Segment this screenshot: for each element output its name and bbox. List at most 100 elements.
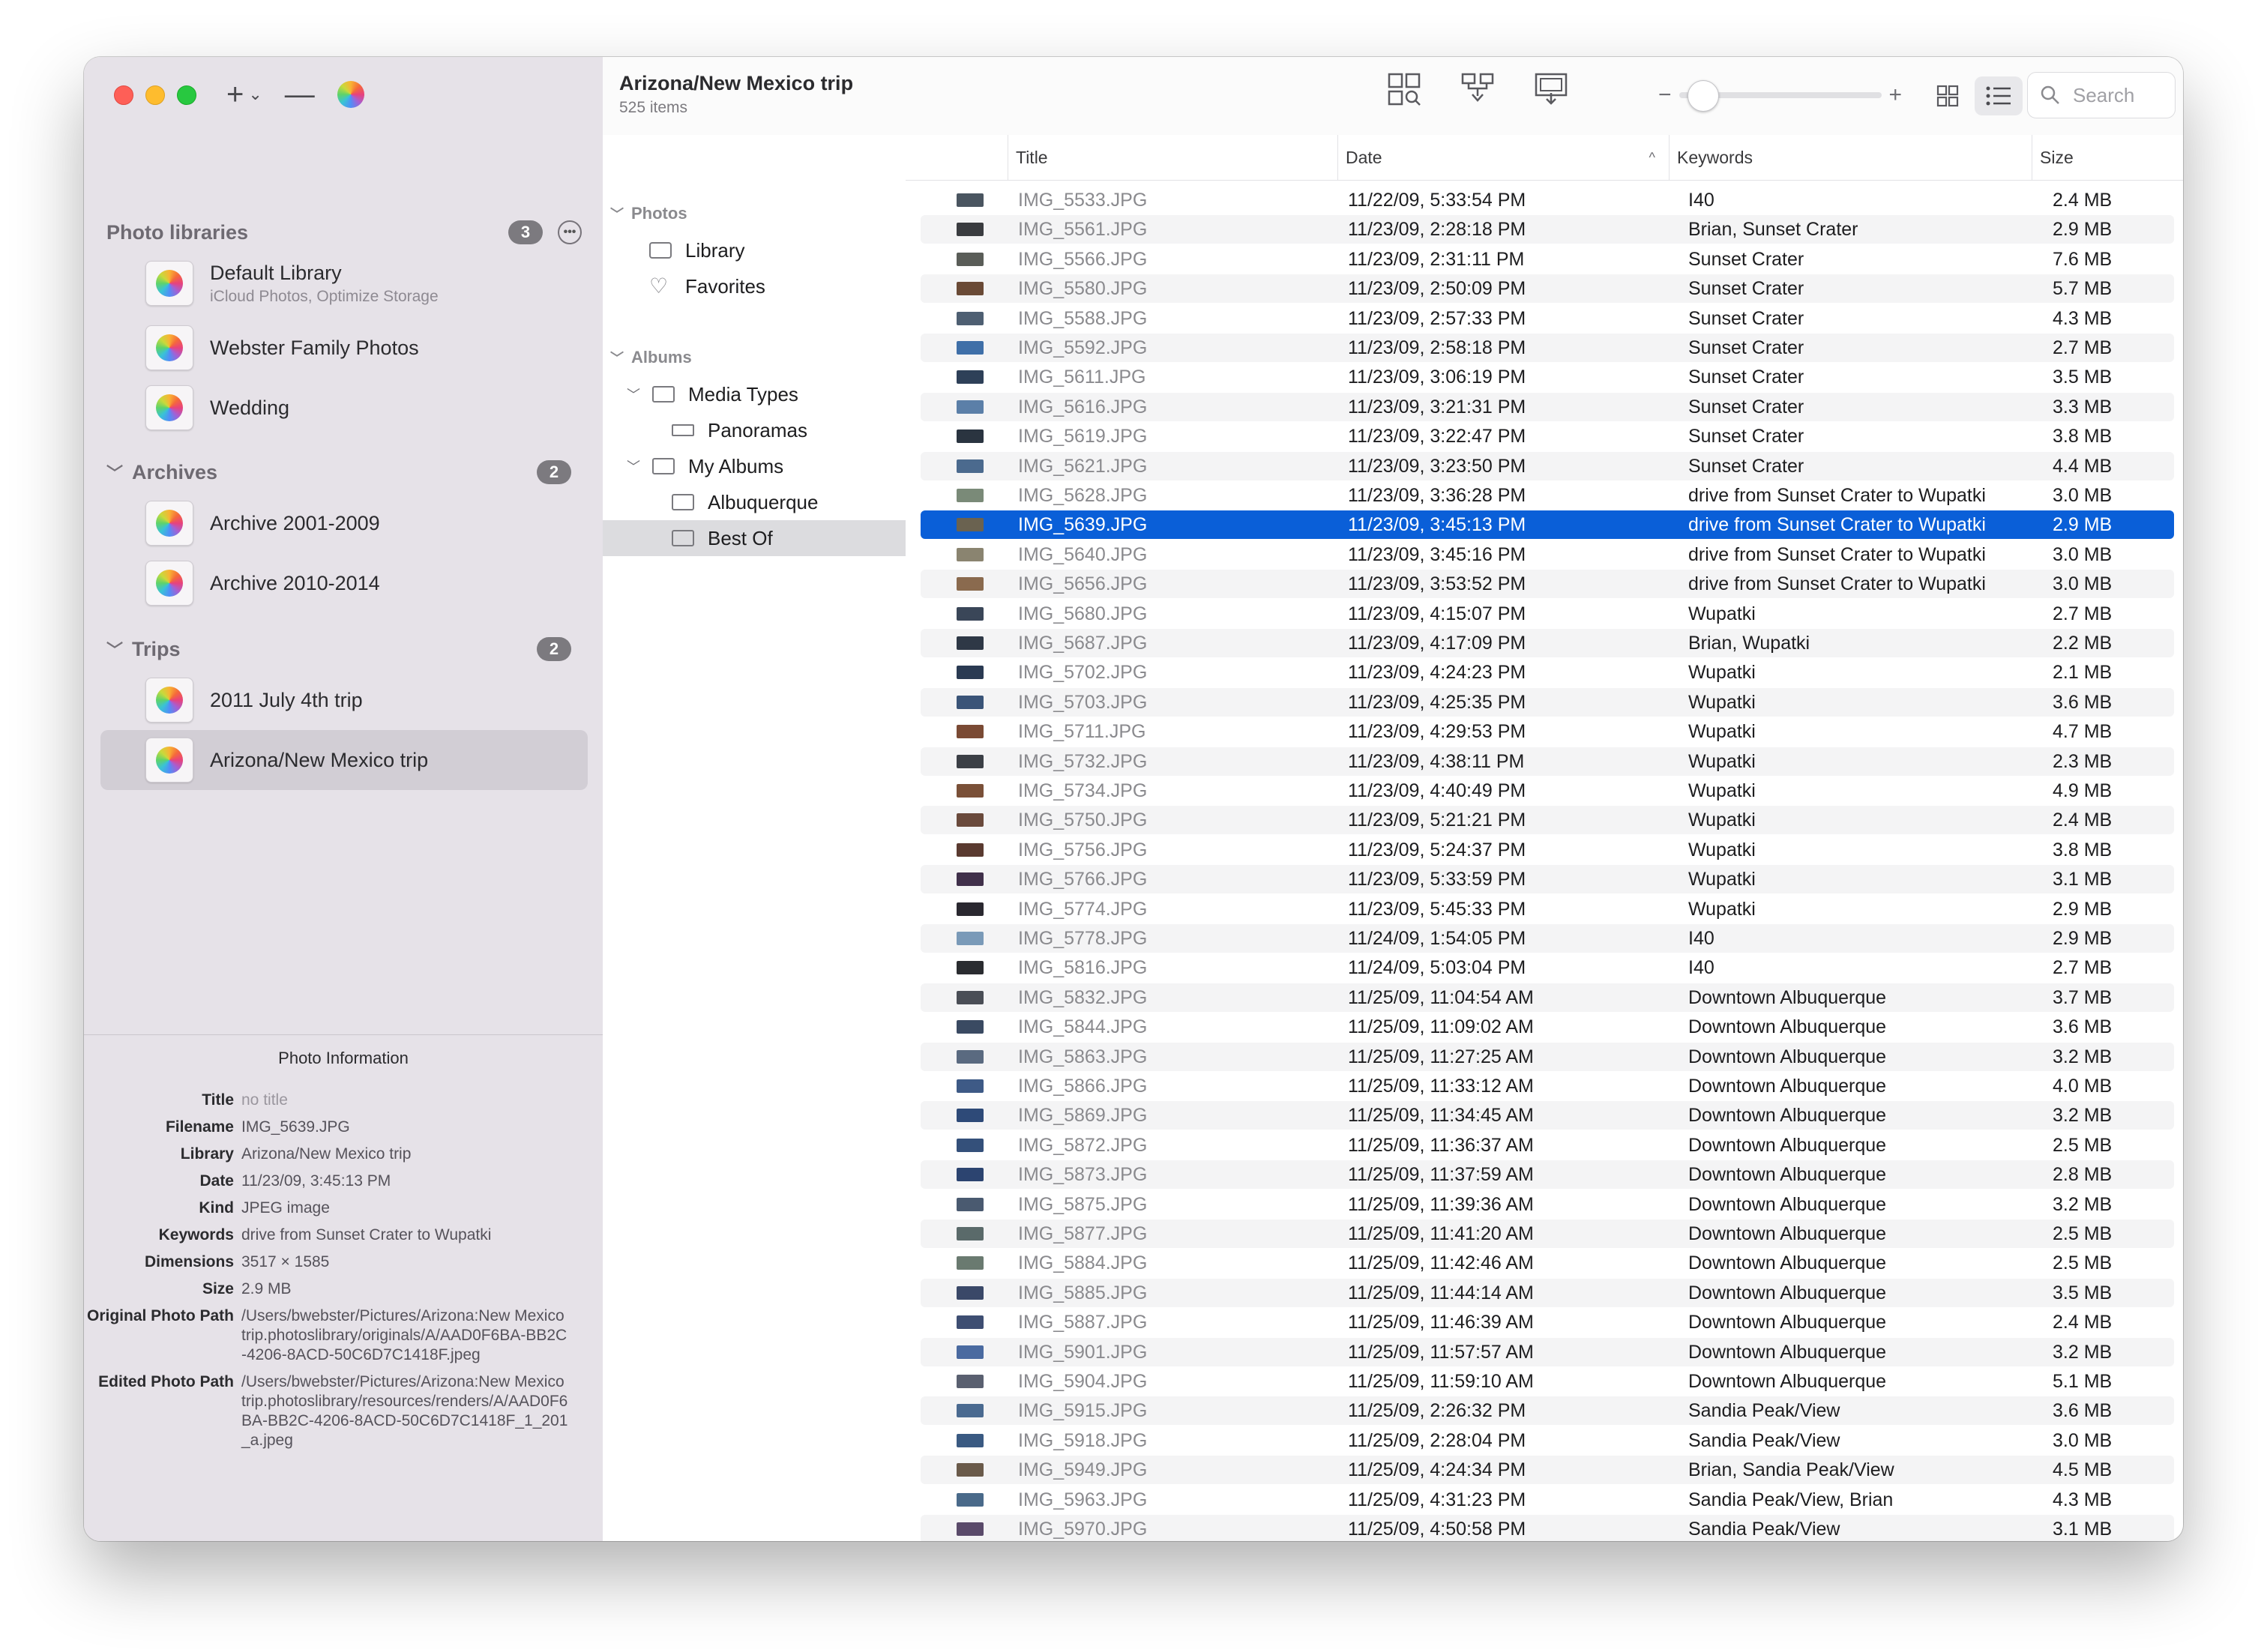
table-row[interactable]: IMG_5970.JPG 11/25/09, 4:50:58 PM Sandia P… bbox=[921, 1515, 2174, 1541]
column-header-size[interactable]: Size bbox=[2032, 135, 2183, 180]
disclosure-chevron-icon[interactable]: ﹀ bbox=[627, 456, 640, 476]
photos-app-icon[interactable] bbox=[337, 81, 364, 108]
albums-group-header[interactable]: ﹀ Albums bbox=[610, 348, 692, 367]
section-archives[interactable]: ﹀ Archives 2 bbox=[106, 456, 586, 489]
table-row[interactable]: IMG_5734.JPG 11/23/09, 4:40:49 PM Wupatki 4… bbox=[921, 777, 2174, 805]
table-row[interactable]: IMG_5588.JPG 11/23/09, 2:57:33 PM Sunset C… bbox=[921, 304, 2174, 333]
album-favorites[interactable]: ♡ Favorites bbox=[603, 268, 906, 304]
table-row[interactable]: IMG_5639.JPG 11/23/09, 3:45:13 PM drive fr… bbox=[921, 510, 2174, 539]
find-duplicates-icon[interactable] bbox=[1387, 72, 1421, 106]
section-photo-libraries[interactable]: Photo libraries 3 ••• bbox=[106, 216, 586, 249]
table-row[interactable]: IMG_5592.JPG 11/23/09, 2:58:18 PM Sunset C… bbox=[921, 334, 2174, 362]
table-row[interactable]: IMG_5656.JPG 11/23/09, 3:53:52 PM drive fr… bbox=[921, 570, 2174, 598]
slider-knob[interactable] bbox=[1688, 80, 1720, 112]
album-panoramas[interactable]: Panoramas bbox=[603, 412, 906, 448]
table-row[interactable]: IMG_5616.JPG 11/23/09, 3:21:31 PM Sunset C… bbox=[921, 393, 2174, 421]
disclosure-chevron-icon[interactable]: ﹀ bbox=[106, 637, 132, 661]
table-row[interactable]: IMG_5885.JPG 11/25/09, 11:44:14 AM Downtow… bbox=[921, 1279, 2174, 1307]
table-row[interactable]: IMG_5533.JPG 11/22/09, 5:33:54 PM I40 2.4 M… bbox=[921, 186, 2174, 214]
photo-thumbnail bbox=[957, 489, 984, 502]
library-item-webster-family-photos[interactable]: Webster Family Photos bbox=[100, 318, 588, 378]
table-row[interactable]: IMG_5863.JPG 11/25/09, 11:27:25 AM Downtow… bbox=[921, 1043, 2174, 1071]
table-row[interactable]: IMG_5711.JPG 11/23/09, 4:29:53 PM Wupatki 4… bbox=[921, 717, 2174, 746]
column-header-date[interactable]: Date ^ bbox=[1337, 135, 1669, 180]
table-row[interactable]: IMG_5561.JPG 11/23/09, 2:28:18 PM Brian, S… bbox=[921, 215, 2174, 244]
table-row[interactable]: IMG_5872.JPG 11/25/09, 11:36:37 AM Downtow… bbox=[921, 1131, 2174, 1160]
album-best-of[interactable]: Best Of bbox=[603, 520, 906, 556]
column-header-title[interactable]: Title bbox=[1008, 135, 1337, 180]
search-field[interactable] bbox=[2027, 72, 2176, 118]
library-item-arizona-new-mexico-trip[interactable]: Arizona/New Mexico trip bbox=[100, 730, 588, 790]
disclosure-chevron-icon[interactable]: ﹀ bbox=[610, 348, 631, 367]
table-row[interactable]: IMG_5844.JPG 11/25/09, 11:09:02 AM Downtow… bbox=[921, 1013, 2174, 1041]
close-window-button[interactable] bbox=[114, 85, 133, 105]
folder-my-albums[interactable]: ﹀ My Albums bbox=[603, 448, 906, 484]
remove-library-button[interactable]: — bbox=[285, 78, 315, 111]
table-row[interactable]: IMG_5687.JPG 11/23/09, 4:17:09 PM Brian, W… bbox=[921, 629, 2174, 657]
table-row[interactable]: IMG_5875.JPG 11/25/09, 11:39:36 AM Downtow… bbox=[921, 1190, 2174, 1219]
table-row[interactable]: IMG_5621.JPG 11/23/09, 3:23:50 PM Sunset C… bbox=[921, 452, 2174, 480]
group-title: Albums bbox=[631, 348, 692, 367]
disclosure-chevron-icon[interactable]: ﹀ bbox=[627, 385, 640, 404]
search-input[interactable] bbox=[2071, 82, 2172, 108]
table-row[interactable]: IMG_5887.JPG 11/25/09, 11:46:39 AM Downtow… bbox=[921, 1308, 2174, 1336]
table-row[interactable]: IMG_5877.JPG 11/25/09, 11:41:20 AM Downtow… bbox=[921, 1220, 2174, 1248]
more-options-icon[interactable]: ••• bbox=[558, 220, 582, 244]
table-row[interactable]: IMG_5918.JPG 11/25/09, 2:28:04 PM Sandia P… bbox=[921, 1426, 2174, 1455]
table-row[interactable]: IMG_5611.JPG 11/23/09, 3:06:19 PM Sunset C… bbox=[921, 363, 2174, 391]
library-item-2011-july-4th-trip[interactable]: 2011 July 4th trip bbox=[100, 670, 588, 730]
disclosure-chevron-icon[interactable]: ﹀ bbox=[106, 460, 132, 484]
column-header-keywords[interactable]: Keywords bbox=[1669, 135, 2032, 180]
grid-view-button[interactable] bbox=[1924, 76, 1972, 115]
photos-group-header[interactable]: ﹀ Photos bbox=[610, 204, 687, 223]
library-item-archive-2001-2009[interactable]: Archive 2001-2009 bbox=[100, 493, 588, 553]
table-row[interactable]: IMG_5884.JPG 11/25/09, 11:42:46 AM Downtow… bbox=[921, 1249, 2174, 1277]
table-row[interactable]: IMG_5901.JPG 11/25/09, 11:57:57 AM Downtow… bbox=[921, 1338, 2174, 1366]
table-row[interactable]: IMG_5904.JPG 11/25/09, 11:59:10 AM Downtow… bbox=[921, 1367, 2174, 1396]
zoom-window-button[interactable] bbox=[177, 85, 196, 105]
info-value: 3517 × 1585 bbox=[241, 1253, 330, 1270]
table-row[interactable]: IMG_5915.JPG 11/25/09, 2:26:32 PM Sandia P… bbox=[921, 1396, 2174, 1425]
library-item-default-library[interactable]: Default Library iCloud Photos, Optimize … bbox=[100, 253, 588, 313]
thumbnail-size-slider[interactable] bbox=[1679, 80, 1882, 112]
table-row[interactable]: IMG_5774.JPG 11/23/09, 5:45:33 PM Wupatki 2… bbox=[921, 895, 2174, 923]
album-library[interactable]: Library bbox=[603, 232, 906, 268]
table-row[interactable]: IMG_5816.JPG 11/24/09, 5:03:04 PM I40 2.7 M… bbox=[921, 953, 2174, 982]
table-row[interactable]: IMG_5640.JPG 11/23/09, 3:45:16 PM drive fr… bbox=[921, 540, 2174, 569]
album-albuquerque[interactable]: Albuquerque bbox=[603, 484, 906, 520]
library-item-archive-2010-2014[interactable]: Archive 2010-2014 bbox=[100, 553, 588, 613]
table-row[interactable]: IMG_5778.JPG 11/24/09, 1:54:05 PM I40 2.9 M… bbox=[921, 924, 2174, 953]
table-row[interactable]: IMG_5873.JPG 11/25/09, 11:37:59 AM Downtow… bbox=[921, 1160, 2174, 1189]
zoom-out-icon[interactable]: − bbox=[1658, 82, 1672, 108]
table-row[interactable]: IMG_5766.JPG 11/23/09, 5:33:59 PM Wupatki 3… bbox=[921, 865, 2174, 893]
list-view-button[interactable] bbox=[1975, 76, 2023, 115]
table-row[interactable]: IMG_5869.JPG 11/25/09, 11:34:45 AM Downtow… bbox=[921, 1101, 2174, 1130]
minimize-window-button[interactable] bbox=[145, 85, 165, 105]
table-row[interactable]: IMG_5680.JPG 11/23/09, 4:15:07 PM Wupatki 2… bbox=[921, 600, 2174, 628]
library-item-wedding[interactable]: Wedding bbox=[100, 378, 588, 438]
column-header-thumbnail[interactable] bbox=[906, 135, 1008, 180]
table-row[interactable]: IMG_5963.JPG 11/25/09, 4:31:23 PM Sandia P… bbox=[921, 1486, 2174, 1514]
disclosure-chevron-icon[interactable]: ﹀ bbox=[610, 204, 631, 223]
table-row[interactable]: IMG_5750.JPG 11/23/09, 5:21:21 PM Wupatki 2… bbox=[921, 806, 2174, 834]
zoom-in-icon[interactable]: + bbox=[1889, 82, 1903, 108]
table-row[interactable]: IMG_5732.JPG 11/23/09, 4:38:11 PM Wupatki 2… bbox=[921, 747, 2174, 776]
add-library-button[interactable]: + ⌄ bbox=[226, 78, 262, 111]
date-cell: 11/24/09, 1:54:05 PM bbox=[1348, 928, 1526, 949]
keywords-cell: Sunset Crater bbox=[1688, 278, 1804, 299]
table-row[interactable]: IMG_5619.JPG 11/23/09, 3:22:47 PM Sunset C… bbox=[921, 422, 2174, 450]
table-row[interactable]: IMG_5866.JPG 11/25/09, 11:33:12 AM Downtow… bbox=[921, 1072, 2174, 1100]
date-cell: 11/23/09, 4:38:11 PM bbox=[1348, 751, 1525, 772]
table-row[interactable]: IMG_5703.JPG 11/23/09, 4:25:35 PM Wupatki 3… bbox=[921, 688, 2174, 717]
section-trips[interactable]: ﹀ Trips 2 bbox=[106, 633, 586, 666]
table-row[interactable]: IMG_5702.JPG 11/23/09, 4:24:23 PM Wupatki 2… bbox=[921, 658, 2174, 687]
table-row[interactable]: IMG_5949.JPG 11/25/09, 4:24:34 PM Brian, S… bbox=[921, 1456, 2174, 1484]
folder-media-types[interactable]: ﹀ Media Types bbox=[603, 376, 906, 412]
export-icon[interactable] bbox=[1534, 72, 1568, 106]
table-row[interactable]: IMG_5756.JPG 11/23/09, 5:24:37 PM Wupatki 3… bbox=[921, 836, 2174, 864]
table-row[interactable]: IMG_5832.JPG 11/25/09, 11:04:54 AM Downtow… bbox=[921, 983, 2174, 1012]
hierarchy-icon[interactable] bbox=[1460, 72, 1495, 106]
table-row[interactable]: IMG_5566.JPG 11/23/09, 2:31:11 PM Sunset C… bbox=[921, 245, 2174, 274]
table-row[interactable]: IMG_5628.JPG 11/23/09, 3:36:28 PM drive fr… bbox=[921, 481, 2174, 510]
table-row[interactable]: IMG_5580.JPG 11/23/09, 2:50:09 PM Sunset C… bbox=[921, 274, 2174, 303]
